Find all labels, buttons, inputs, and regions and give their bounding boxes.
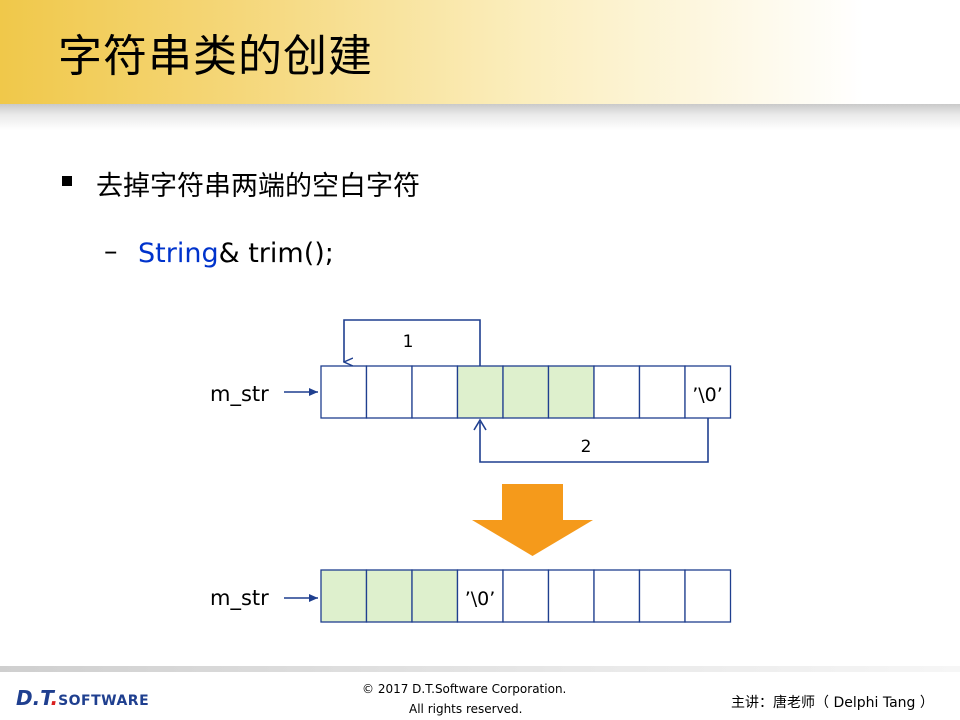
top-cell <box>411 365 459 419</box>
lecturer-text: 主讲：唐老师（ Delphi Tang ） <box>731 695 934 711</box>
arrow-2: 2 <box>473 418 709 463</box>
footer-divider <box>0 666 960 672</box>
bottom-cell-highlighted <box>411 569 459 623</box>
bottom-null-char: ’\0’ <box>465 588 496 610</box>
bottom-array: ’\0’ <box>320 569 732 623</box>
top-cell-highlighted <box>456 365 504 419</box>
top-cell <box>638 365 686 419</box>
top-cell <box>320 365 368 419</box>
top-cell-highlighted <box>502 365 550 419</box>
bottom-cell <box>638 569 686 623</box>
bottom-cell <box>684 569 732 623</box>
bottom-cell <box>502 569 550 623</box>
bottom-cell-highlighted <box>320 569 368 623</box>
top-cell-highlighted <box>547 365 595 419</box>
bottom-cell <box>547 569 595 623</box>
top-array: ’\0’ <box>320 365 732 419</box>
logo-dt: D.T <box>16 686 51 710</box>
bottom-cell-highlighted <box>365 569 413 623</box>
top-cell <box>593 365 641 419</box>
transform-arrow <box>472 484 593 556</box>
logo-software: SOFTWARE <box>58 693 150 709</box>
dt-software-logo: D.T.SOFTWARE <box>16 686 149 710</box>
copyright-text: © 2017 D.T.Software Corporation. <box>362 682 567 696</box>
bottom-cell <box>593 569 641 623</box>
top-cell <box>365 365 413 419</box>
top-mstr-label: m_str <box>210 382 269 407</box>
logo-dot: . <box>50 686 59 710</box>
arrow-2-label: 2 <box>581 437 592 457</box>
bottom-mstr-label: m_str <box>210 586 269 611</box>
trim-diagram: ’\0’ m_str 1 2 ’\0’ m_str <box>210 319 732 623</box>
rights-text: All rights reserved. <box>409 702 523 716</box>
arrow-1-label: 1 <box>403 332 414 352</box>
arrow-1: 1 <box>344 319 481 366</box>
top-null-char: ’\0’ <box>692 384 723 406</box>
